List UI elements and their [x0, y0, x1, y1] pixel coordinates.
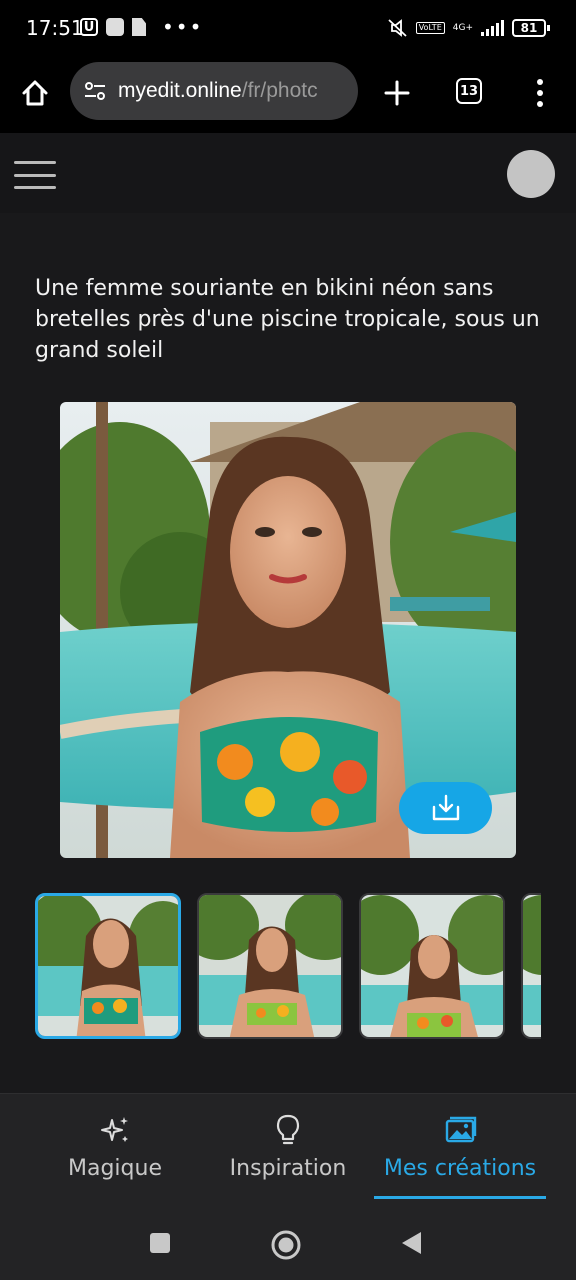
download-button[interactable]	[399, 782, 492, 834]
prompt-text: Une femme souriante en bikini néon sans …	[35, 276, 540, 363]
thumbnail-2[interactable]	[197, 893, 343, 1039]
status-time: 17:51	[26, 16, 84, 40]
browser-menu-button[interactable]	[530, 74, 550, 112]
new-tab-button[interactable]	[378, 74, 416, 112]
back-button[interactable]	[399, 1230, 423, 1260]
menu-dot	[537, 101, 543, 107]
thumbnail-image	[38, 896, 178, 1036]
app-header	[0, 133, 576, 213]
signal-icon	[481, 20, 504, 36]
plus-icon	[384, 80, 410, 106]
sparkle-icon	[101, 1117, 128, 1142]
thumbnail-1[interactable]	[35, 893, 181, 1039]
circle-icon	[271, 1230, 301, 1260]
thumbnail-strip	[35, 893, 541, 1039]
status-bar: 17:51 U ••• VoLTE 4G+ 81	[0, 0, 576, 60]
recents-button[interactable]	[148, 1231, 172, 1259]
tab-switcher-button[interactable]: 13	[456, 78, 482, 104]
url-text[interactable]: myedit.online/fr/photc	[118, 79, 318, 103]
volte-badge: VoLTE	[415, 22, 445, 34]
nav-mes-creations[interactable]: Mes créations	[374, 1094, 546, 1206]
nav-label: Inspiration	[229, 1156, 347, 1181]
home-icon	[22, 80, 48, 106]
active-tab-indicator	[374, 1196, 546, 1199]
status-right-icons: VoLTE 4G+ 81	[386, 18, 550, 38]
bottom-navigation: Magique Inspiration Mes créations	[0, 1093, 576, 1206]
address-bar[interactable]: myedit.online/fr/photc	[70, 62, 358, 120]
document-icon	[132, 18, 146, 36]
hamburger-menu-icon[interactable]	[14, 161, 56, 189]
url-path: /fr/photc	[241, 79, 318, 102]
site-settings-icon[interactable]	[82, 78, 108, 104]
browser-toolbar: myedit.online/fr/photc 13	[0, 60, 576, 132]
home-system-button[interactable]	[270, 1229, 302, 1265]
back-triangle-icon	[402, 1232, 421, 1254]
network-type: 4G+	[452, 22, 473, 33]
url-domain: myedit.online	[118, 79, 242, 102]
mute-icon	[388, 19, 407, 37]
main-content: Une femme souriante en bikini néon sans …	[0, 213, 576, 1093]
thumbnail-3[interactable]	[359, 893, 505, 1039]
thumbnail-4[interactable]	[521, 893, 541, 1039]
nav-label: Magique	[68, 1156, 162, 1181]
square-icon	[106, 18, 124, 36]
system-navigation	[0, 1205, 576, 1280]
u-icon: U	[80, 18, 98, 36]
generated-image[interactable]	[60, 402, 516, 858]
gallery-icon	[445, 1116, 477, 1143]
download-icon	[432, 794, 459, 821]
home-button[interactable]	[16, 74, 54, 112]
lightbulb-icon	[276, 1114, 300, 1145]
status-left-icons: U •••	[80, 15, 204, 39]
menu-dot	[537, 90, 543, 96]
menu-dot	[537, 79, 543, 85]
nav-inspiration[interactable]: Inspiration	[213, 1094, 363, 1206]
battery-icon: 81	[512, 19, 550, 37]
thumbnail-image	[199, 895, 341, 1037]
thumbnail-image	[361, 895, 503, 1037]
square-icon	[150, 1233, 170, 1253]
nav-magique[interactable]: Magique	[40, 1094, 190, 1206]
nav-label: Mes créations	[383, 1156, 537, 1181]
thumbnail-image	[523, 895, 541, 1037]
avatar[interactable]	[507, 150, 555, 198]
overflow-dots: •••	[162, 15, 204, 39]
